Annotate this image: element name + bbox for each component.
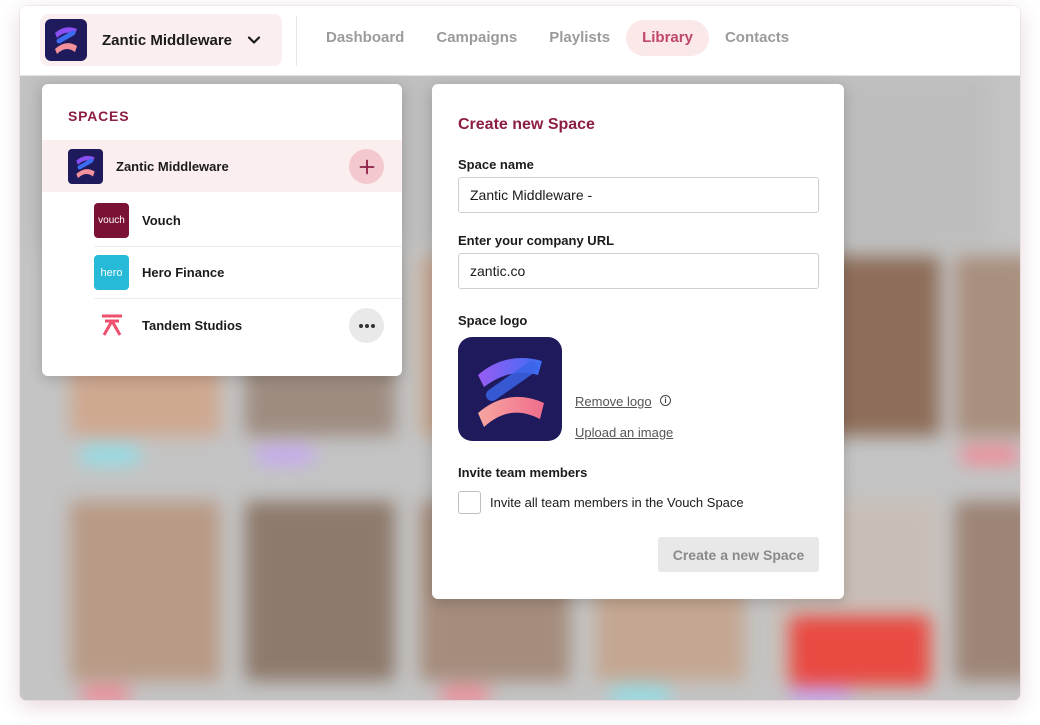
space-item-hero-finance[interactable]: hero Hero Finance xyxy=(94,247,402,299)
nav-playlists[interactable]: Playlists xyxy=(533,20,626,56)
nav-contacts[interactable]: Contacts xyxy=(709,20,805,56)
hero-finance-logo: hero xyxy=(94,255,129,290)
ellipsis-icon xyxy=(358,323,375,328)
spaces-dropdown: SPACES Zantic Middleware vouch Vouch her xyxy=(42,84,402,376)
add-space-button[interactable] xyxy=(349,149,384,184)
space-name-label: Space name xyxy=(458,157,534,172)
nav-library[interactable]: Library xyxy=(626,20,709,56)
space-item-zantic-middleware[interactable]: Zantic Middleware xyxy=(42,140,402,192)
info-icon[interactable]: i xyxy=(660,395,671,406)
invite-all-label: Invite all team members in the Vouch Spa… xyxy=(490,495,744,510)
plus-icon xyxy=(359,159,374,174)
space-item-label: Hero Finance xyxy=(142,265,225,280)
vouch-logo: vouch xyxy=(94,203,129,238)
space-item-label: Vouch xyxy=(142,213,181,228)
main-nav: Dashboard Campaigns Playlists Library Co… xyxy=(310,20,805,56)
tandem-logo-icon xyxy=(94,308,129,343)
space-item-vouch[interactable]: vouch Vouch xyxy=(94,195,402,247)
space-logo-preview xyxy=(458,337,562,441)
company-url-label: Enter your company URL xyxy=(458,233,615,248)
create-space-panel: Create new Space Space name Enter your c… xyxy=(432,84,844,599)
upload-image-link[interactable]: Upload an image xyxy=(575,425,673,440)
nav-campaigns[interactable]: Campaigns xyxy=(420,20,533,56)
nav-dashboard[interactable]: Dashboard xyxy=(310,20,420,56)
invite-all-checkbox[interactable] xyxy=(458,491,481,514)
more-options-button[interactable] xyxy=(349,308,384,343)
space-switcher[interactable]: Zantic Middleware xyxy=(40,14,282,66)
company-url-input[interactable] xyxy=(458,253,819,289)
space-item-label: Tandem Studios xyxy=(142,317,243,333)
chevron-down-icon xyxy=(247,36,261,44)
zantic-logo-icon xyxy=(45,19,87,61)
create-space-title: Create new Space xyxy=(458,116,595,133)
top-navigation-bar: Zantic Middleware Dashboard Campaigns Pl… xyxy=(20,6,1020,76)
space-item-label: Zantic Middleware xyxy=(116,158,229,174)
space-logo-label: Space logo xyxy=(458,313,528,328)
invite-team-label: Invite team members xyxy=(458,465,588,480)
zantic-logo-icon xyxy=(68,148,103,184)
app-window: Zantic Middleware Dashboard Campaigns Pl… xyxy=(20,6,1020,700)
spaces-heading: SPACES xyxy=(68,108,130,124)
create-space-button[interactable]: Create a new Space xyxy=(658,537,819,572)
space-name-input[interactable] xyxy=(458,177,819,213)
zantic-logo-icon xyxy=(478,358,544,427)
space-item-tandem-studios[interactable]: Tandem Studios xyxy=(94,299,402,351)
remove-logo-link[interactable]: Remove logo xyxy=(575,394,652,409)
topbar-divider xyxy=(296,16,297,66)
current-space-name: Zantic Middleware xyxy=(102,31,233,49)
